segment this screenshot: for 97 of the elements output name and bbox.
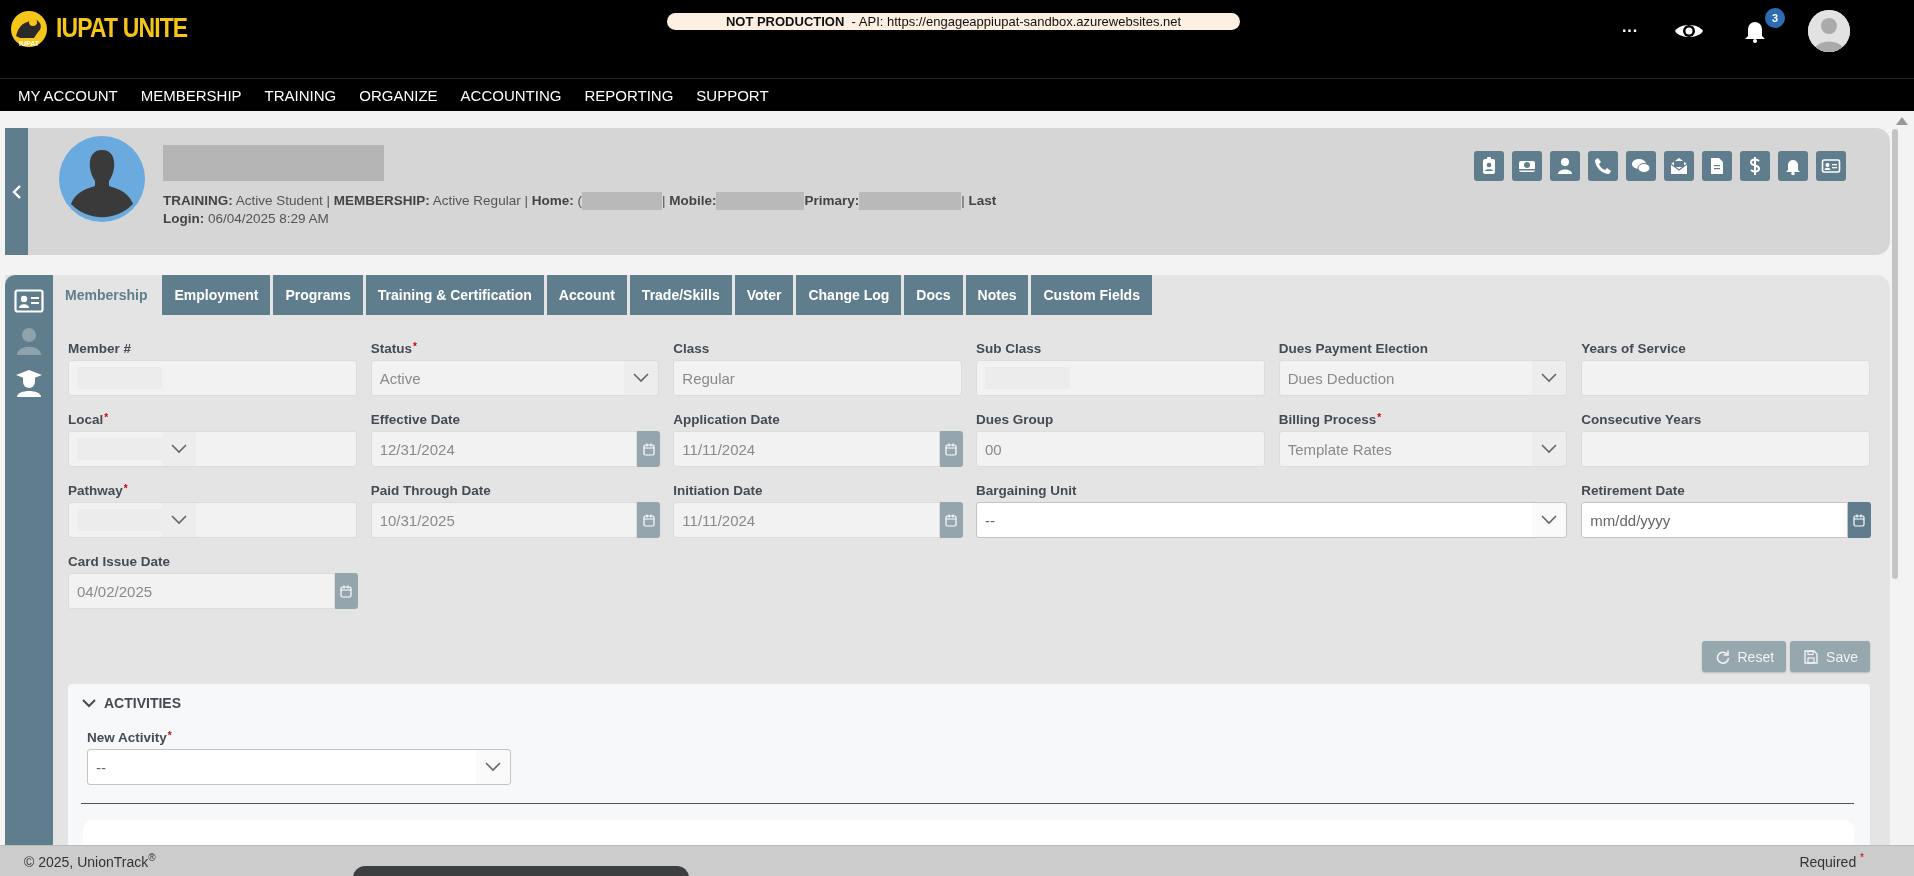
member-info-text: Primary:: [804, 193, 860, 208]
nav-menu-item[interactable]: MY ACCOUNT: [18, 86, 118, 104]
floppy-icon: [1804, 649, 1819, 664]
tab[interactable]: Change Log: [796, 275, 902, 315]
envelope-button[interactable]: [1664, 151, 1694, 181]
chat-icon: [1631, 156, 1651, 176]
chevron-down-icon: [485, 762, 501, 772]
tab[interactable]: Trade/Skills: [629, 275, 732, 315]
id-card-icon: [1821, 156, 1841, 176]
chevron-down-icon: [171, 515, 187, 525]
calendar-icon: [1853, 513, 1866, 527]
calendar-icon: [642, 442, 655, 456]
phone-icon: [1593, 156, 1613, 176]
last-login-text: Login: 06/04/2025 8:29 AM: [163, 211, 329, 227]
field-label: Local*: [68, 412, 109, 427]
nav-menu-item[interactable]: TRAINING: [264, 86, 337, 104]
environment-banner: NOT PRODUCTION - API: https://engageappiupat-sandbox.azurewebsites.net: [667, 13, 1240, 30]
member-info-text: | Mobile:: [661, 193, 717, 208]
document-button[interactable]: [1702, 151, 1732, 181]
tab[interactable]: Account: [546, 275, 627, 315]
field-label: Retirement Date: [1581, 483, 1685, 498]
calendar-button[interactable]: [940, 502, 963, 538]
logo-text: IUPAT UNITE: [56, 12, 188, 44]
field-label: Dues Group: [976, 412, 1054, 427]
nav-menu-item[interactable]: ORGANIZE: [359, 86, 438, 104]
field-label: Paid Through Date: [370, 483, 491, 498]
member-info-text: | Last: [961, 193, 997, 208]
calendar-icon: [642, 513, 655, 527]
tab[interactable]: Docs: [904, 275, 963, 315]
field-label: Class: [673, 341, 710, 356]
scroll-up-icon[interactable]: [1896, 117, 1908, 125]
chevron-down-icon: [633, 373, 650, 383]
date-field[interactable]: mm/dd/yyyy: [1581, 502, 1848, 538]
tab[interactable]: Programs: [273, 275, 363, 315]
tab[interactable]: Voter: [734, 275, 794, 315]
badge-button[interactable]: [1474, 151, 1504, 181]
user-avatar[interactable]: [1808, 10, 1850, 52]
camera-card-button[interactable]: [1512, 151, 1542, 181]
tab[interactable]: Training & Certification: [365, 275, 544, 315]
select-field[interactable]: --: [87, 749, 511, 785]
person-button[interactable]: [1550, 151, 1580, 181]
envelope-icon: [1669, 156, 1689, 176]
graduate-icon[interactable]: [15, 369, 43, 397]
field-label: Sub Class: [976, 341, 1042, 356]
field-label: Initiation Date: [673, 483, 763, 498]
person-icon: [1555, 156, 1575, 176]
bell-button[interactable]: [1778, 151, 1808, 181]
tab[interactable]: Employment: [162, 275, 271, 315]
nav-menu-item[interactable]: MEMBERSHIP: [140, 86, 242, 104]
tab[interactable]: Custom Fields: [1031, 275, 1152, 315]
dollar-button[interactable]: [1740, 151, 1770, 181]
field-label: Consecutive Years: [1581, 412, 1702, 427]
copyright-text: © 2025, UnionTrack$^{®}$: [24, 852, 156, 870]
field-label: Status*: [370, 341, 417, 356]
calendar-button[interactable]: [637, 431, 661, 467]
refresh-icon: [1715, 649, 1730, 664]
notification-bell-icon[interactable]: [1744, 19, 1766, 43]
required-legend: Required $^{*}$: [1799, 852, 1864, 870]
calendar-icon: [945, 442, 958, 456]
calendar-button[interactable]: [637, 502, 661, 538]
chevron-down-icon: [1541, 444, 1558, 454]
nav-menu-item[interactable]: SUPPORT: [696, 86, 769, 104]
contact-card-icon[interactable]: [14, 289, 44, 313]
field-label: Billing Process*: [1278, 412, 1382, 427]
field-label: Pathway*: [68, 483, 128, 498]
scrollbar-thumb[interactable]: [1892, 129, 1898, 579]
field-label: Dues Payment Election: [1278, 341, 1428, 356]
nav-menu-item[interactable]: ACCOUNTING: [460, 86, 562, 104]
field-label: Card Issue Date: [68, 554, 171, 569]
logo-emblem-icon: [8, 10, 50, 48]
activities-toggle[interactable]: ACTIVITIES: [68, 684, 187, 722]
member-info-text: TRAINING: Active Student | MEMBERSHIP: Active Regular | Home: (: [163, 193, 582, 208]
more-button[interactable]: ···: [1600, 22, 1660, 40]
id-card-button[interactable]: [1816, 151, 1846, 181]
field-label: Effective Date: [370, 412, 460, 427]
field-label: Member #: [68, 341, 132, 356]
field-label: Bargaining Unit: [976, 483, 1077, 498]
calendar-button[interactable]: [334, 573, 358, 609]
chat-button[interactable]: [1626, 151, 1656, 181]
chevron-left-icon: [11, 184, 22, 199]
field-label: Years of Service: [1581, 341, 1686, 356]
select-field[interactable]: --: [976, 502, 1568, 538]
calendar-icon: [945, 513, 958, 527]
nav-menu-item[interactable]: REPORTING: [584, 86, 674, 104]
field-label: New Activity*: [87, 730, 172, 745]
notification-count: 3: [1765, 8, 1785, 28]
chevron-down-icon: [1541, 515, 1558, 525]
calendar-button[interactable]: [940, 431, 963, 467]
chevron-down-icon: [1541, 373, 1558, 383]
chevron-down-icon: [82, 698, 96, 708]
chevron-down-icon: [171, 444, 187, 454]
tab[interactable]: Notes: [965, 275, 1029, 315]
person-icon[interactable]: [16, 327, 42, 355]
calendar-button[interactable]: [1848, 502, 1871, 538]
phone-button[interactable]: [1588, 151, 1618, 181]
calendar-icon: [340, 584, 353, 598]
field-label: Application Date: [673, 412, 780, 427]
